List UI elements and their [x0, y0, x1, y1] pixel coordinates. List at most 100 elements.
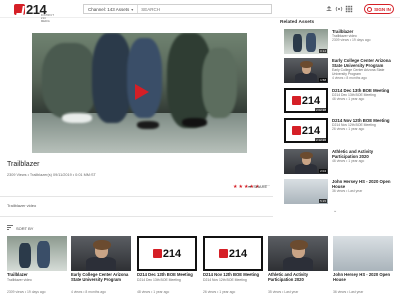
sort-icon — [7, 225, 13, 231]
thumbnail-person — [71, 236, 131, 271]
asset-title[interactable]: D214 Nov 12th BOE Meeting D214 Nov 12th B… — [203, 272, 267, 283]
asset-card[interactable]: Trailblazer Trailblazer video 2309 views •… — [7, 236, 73, 296]
related-thumbnail[interactable]: 2:04 — [284, 149, 328, 174]
show-more-chevron-icon[interactable]: ⌄ — [333, 208, 337, 214]
asset-card[interactable]: John Hersey HS - 2020 Open House 36 views… — [333, 236, 399, 296]
related-item[interactable]: 2:04 Athletic and Activity Participation … — [284, 149, 400, 179]
asset-thumbnail[interactable]: 214 — [203, 236, 263, 271]
video-meta: 2309 Views • Trailblazer(s) 09/11/2019 •… — [7, 173, 96, 177]
search-input[interactable] — [138, 5, 271, 13]
logo-text: 214 — [26, 1, 47, 17]
duration-badge: 2:04 — [319, 169, 327, 173]
thumbnail-logo: 214 — [137, 236, 197, 271]
related-title[interactable]: Early College Center Arizona State Unive… — [332, 58, 398, 68]
play-icon[interactable] — [132, 83, 150, 101]
top-bar: 214 DISTRICT 214 MEDIA Channel: 143 Asse… — [0, 0, 400, 23]
asset-title[interactable]: Early College Center Arizona State Unive… — [71, 272, 135, 283]
related-thumbnail[interactable]: 214 2:02:38 — [284, 88, 328, 113]
asset-card[interactable]: Athletic and Activity Participation 2020… — [268, 236, 334, 296]
district-logo[interactable]: 214 DISTRICT 214 MEDIA — [14, 1, 54, 23]
asset-title[interactable]: Athletic and Activity Participation 2020 — [268, 272, 332, 283]
related-item[interactable]: 5:15 John Hersey HS - 2020 Open House 36 v… — [284, 179, 400, 209]
duration-badge: 2:12:26 — [314, 138, 327, 142]
channel-select-label: Channel: 143 Assets — [88, 6, 130, 12]
thumbnail-classroom — [333, 236, 393, 271]
related-meta: 46 views • 1 year ago — [332, 97, 365, 102]
asset-meta: 35 views • Last year — [268, 290, 299, 294]
related-info: Trailblazer Trailblazer video 2309 views •… — [332, 29, 398, 42]
more-options-icon[interactable]: ··· — [264, 183, 270, 189]
duration-badge: 1:58 — [319, 78, 327, 82]
asset-subtitle: D214 Nov 12th BOE Meeting — [203, 277, 247, 282]
asset-thumbnail[interactable] — [71, 236, 131, 271]
header-icons — [324, 4, 354, 14]
related-info: D214 Nov 12th BOE Meeting D214 Nov 12th B… — [332, 118, 398, 131]
thumbnail-hallway — [7, 236, 67, 271]
related-info: D214 Dec 13th BOE Meeting D214 Dec 13th B… — [332, 88, 398, 101]
duration-badge: 0:14 — [319, 49, 327, 53]
divider — [0, 216, 273, 217]
thumbnail-logo: 214 — [203, 236, 263, 271]
related-subtitle: Early College Center Arizona State Unive… — [332, 68, 385, 77]
asset-card[interactable]: Early College Center Arizona State Unive… — [71, 236, 137, 296]
star-icon[interactable]: ★ — [233, 184, 237, 190]
related-thumbnail[interactable]: 0:14 — [284, 29, 328, 54]
asset-card[interactable]: 214 D214 Nov 12th BOE Meeting D214 Nov 12t… — [203, 236, 269, 296]
asset-subtitle: Trailblazer video — [7, 277, 32, 282]
video-description: Trailblazer video — [7, 203, 37, 208]
asset-title[interactable]: D214 Dec 13th BOE Meeting D214 Dec 13th B… — [137, 272, 201, 283]
asset-thumbnail[interactable]: 214 — [137, 236, 197, 271]
sign-in-label: SIGN IN — [374, 6, 391, 12]
related-item[interactable]: 214 2:02:38 D214 Dec 13th BOE Meeting D214 … — [284, 88, 400, 118]
related-heading: Related Assets — [280, 20, 315, 25]
related-meta: 36 views • Last year — [332, 189, 363, 193]
asset-thumbnail[interactable] — [7, 236, 67, 271]
asset-meta: 36 views • Last year — [333, 290, 364, 294]
related-meta: 46 views • 1 year ago — [332, 159, 365, 163]
sort-label: SORT BY — [16, 225, 34, 231]
asset-card[interactable]: 214 D214 Dec 13th BOE Meeting D214 Dec 13t… — [137, 236, 203, 296]
related-thumbnail[interactable]: 1:58 — [284, 58, 328, 83]
logo-mark-icon — [14, 3, 25, 15]
related-info: John Hersey HS - 2020 Open House 36 views… — [332, 179, 398, 193]
star-icon[interactable]: ★ — [238, 184, 242, 190]
asset-thumbnail[interactable] — [333, 236, 393, 271]
upload-icon[interactable] — [324, 4, 334, 14]
related-item[interactable]: 1:58 Early College Center Arizona State U… — [284, 58, 400, 88]
search-bar: Channel: 143 Assets ▾ — [83, 4, 272, 14]
asset-thumbnail[interactable] — [268, 236, 328, 271]
video-title: Trailblazer — [7, 161, 40, 168]
asset-meta: 48 views • 1 year ago — [137, 290, 170, 294]
user-icon — [367, 6, 373, 12]
divider — [0, 196, 273, 197]
related-info: Early College Center Arizona State Unive… — [332, 58, 398, 81]
related-meta: 2309 views • 19 days ago — [332, 38, 371, 43]
broadcast-icon[interactable] — [334, 4, 344, 14]
grid-menu-icon[interactable] — [344, 4, 354, 14]
related-item[interactable]: 0:14 Trailblazer Trailblazer video 2309 vie… — [284, 29, 400, 59]
thumbnail-person — [268, 236, 328, 271]
sign-in-button[interactable]: SIGN IN — [364, 4, 394, 14]
logo-subtitle: DISTRICT 214 MEDIA — [41, 14, 55, 23]
asset-meta: 26 views • 1 year ago — [203, 290, 236, 294]
sort-by-button[interactable]: SORT BY — [7, 225, 33, 231]
related-thumbnail[interactable]: 5:15 — [284, 179, 328, 204]
channel-select[interactable]: Channel: 143 Assets ▾ — [84, 5, 139, 13]
related-thumbnail[interactable]: 214 2:12:26 — [284, 118, 328, 143]
related-item[interactable]: 214 2:12:26 D214 Nov 12th BOE Meeting D214 … — [284, 118, 400, 148]
duration-badge: 2:02:38 — [314, 108, 327, 112]
asset-title[interactable]: Trailblazer Trailblazer video — [7, 272, 71, 283]
related-title[interactable]: Athletic and Activity Participation 2020 — [332, 149, 398, 159]
asset-meta: 2309 views • 19 days ago — [7, 290, 46, 294]
video-player[interactable] — [32, 33, 247, 153]
related-meta: 4 views • 8 months ago — [332, 76, 367, 81]
asset-meta: 4 views • 8 months ago — [71, 290, 106, 294]
asset-title[interactable]: John Hersey HS - 2020 Open House — [333, 272, 397, 283]
asset-subtitle: D214 Dec 13th BOE Meeting — [137, 277, 181, 282]
related-meta: 26 views • 1 year ago — [332, 127, 365, 132]
chevron-down-icon: ▾ — [131, 6, 134, 12]
related-title[interactable]: John Hersey HS - 2020 Open House — [332, 179, 398, 189]
duration-badge: 5:15 — [319, 199, 327, 203]
related-info: Athletic and Activity Participation 2020… — [332, 149, 398, 163]
share-icon: ➦ — [248, 184, 252, 189]
